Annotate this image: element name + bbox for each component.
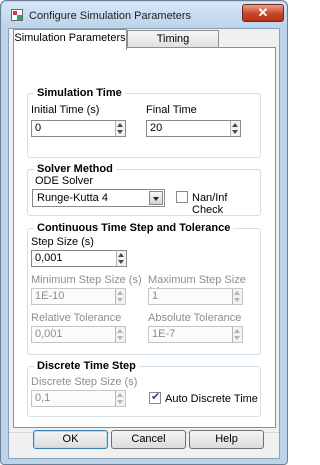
discrete-step-title: Discrete Time Step — [34, 360, 139, 372]
dialog-body: Simulation Parameters Timing Parameters … — [8, 28, 280, 459]
initial-time-stepper[interactable] — [115, 121, 125, 136]
absolute-tolerance-label: Absolute Tolerance — [148, 312, 242, 324]
app-icon — [11, 9, 23, 21]
discrete-step-group: Discrete Time Step Discrete Step Size (s… — [27, 360, 261, 417]
absolute-tolerance-stepper[interactable] — [232, 327, 242, 342]
nan-inf-check-label: Nan/Inf Check — [192, 192, 228, 216]
min-step-size-input[interactable]: 1E-10 — [31, 288, 126, 305]
simulation-time-title: Simulation Time — [34, 87, 125, 99]
relative-tolerance-stepper[interactable] — [115, 327, 125, 342]
close-button[interactable]: ✕ — [242, 4, 284, 22]
continuous-step-group: Continuous Time Step and Tolerance Step … — [27, 222, 261, 355]
tab-panel: Simulation Time Initial Time (s) 0 Final… — [13, 47, 276, 428]
final-time-label: Final Time — [146, 104, 197, 116]
continuous-step-title: Continuous Time Step and Tolerance — [34, 222, 234, 234]
ode-solver-label: ODE Solver — [35, 175, 94, 187]
discrete-step-size-stepper[interactable] — [115, 391, 125, 406]
auto-discrete-time-label: Auto Discrete Time — [165, 393, 258, 405]
step-size-input[interactable]: 0,001 — [31, 250, 127, 267]
relative-tolerance-input[interactable]: 0,001 — [31, 326, 126, 343]
solver-method-title: Solver Method — [34, 163, 116, 175]
max-step-size-input[interactable]: 1 — [148, 288, 243, 305]
simulation-time-group: Simulation Time Initial Time (s) 0 Final… — [27, 87, 261, 158]
discrete-step-size-label: Discrete Step Size (s) — [31, 376, 138, 388]
min-step-size-label: Minimum Step Size (s) — [31, 274, 142, 286]
step-size-stepper[interactable] — [116, 251, 126, 266]
cancel-button[interactable]: Cancel — [111, 430, 186, 449]
absolute-tolerance-input[interactable]: 1E-7 — [148, 326, 243, 343]
window-title: Configure Simulation Parameters — [29, 10, 192, 22]
final-time-input[interactable]: 20 — [146, 120, 241, 137]
step-size-label: Step Size (s) — [31, 236, 94, 248]
final-time-stepper[interactable] — [230, 121, 240, 136]
solver-method-group: Solver Method ODE Solver Runge-Kutta 4 N… — [27, 163, 261, 216]
chevron-down-icon[interactable] — [149, 191, 163, 205]
min-step-size-stepper[interactable] — [115, 289, 125, 304]
initial-time-input[interactable]: 0 — [31, 120, 126, 137]
help-button[interactable]: Help — [189, 430, 264, 449]
nan-inf-check-checkbox[interactable] — [176, 191, 188, 203]
auto-discrete-time-checkbox[interactable] — [149, 390, 161, 404]
ode-solver-select[interactable]: Runge-Kutta 4 — [32, 189, 165, 207]
max-step-size-stepper[interactable] — [232, 289, 242, 304]
discrete-step-size-input[interactable]: 0,1 — [31, 390, 126, 407]
tab-simulation-parameters[interactable]: Simulation Parameters — [13, 29, 127, 50]
relative-tolerance-label: Relative Tolerance — [31, 312, 122, 324]
title-bar[interactable]: Configure Simulation Parameters ✕ — [2, 2, 286, 28]
dialog-window: Configure Simulation Parameters ✕ Simula… — [0, 0, 288, 465]
initial-time-label: Initial Time (s) — [31, 104, 100, 116]
ok-button[interactable]: OK — [33, 430, 108, 449]
